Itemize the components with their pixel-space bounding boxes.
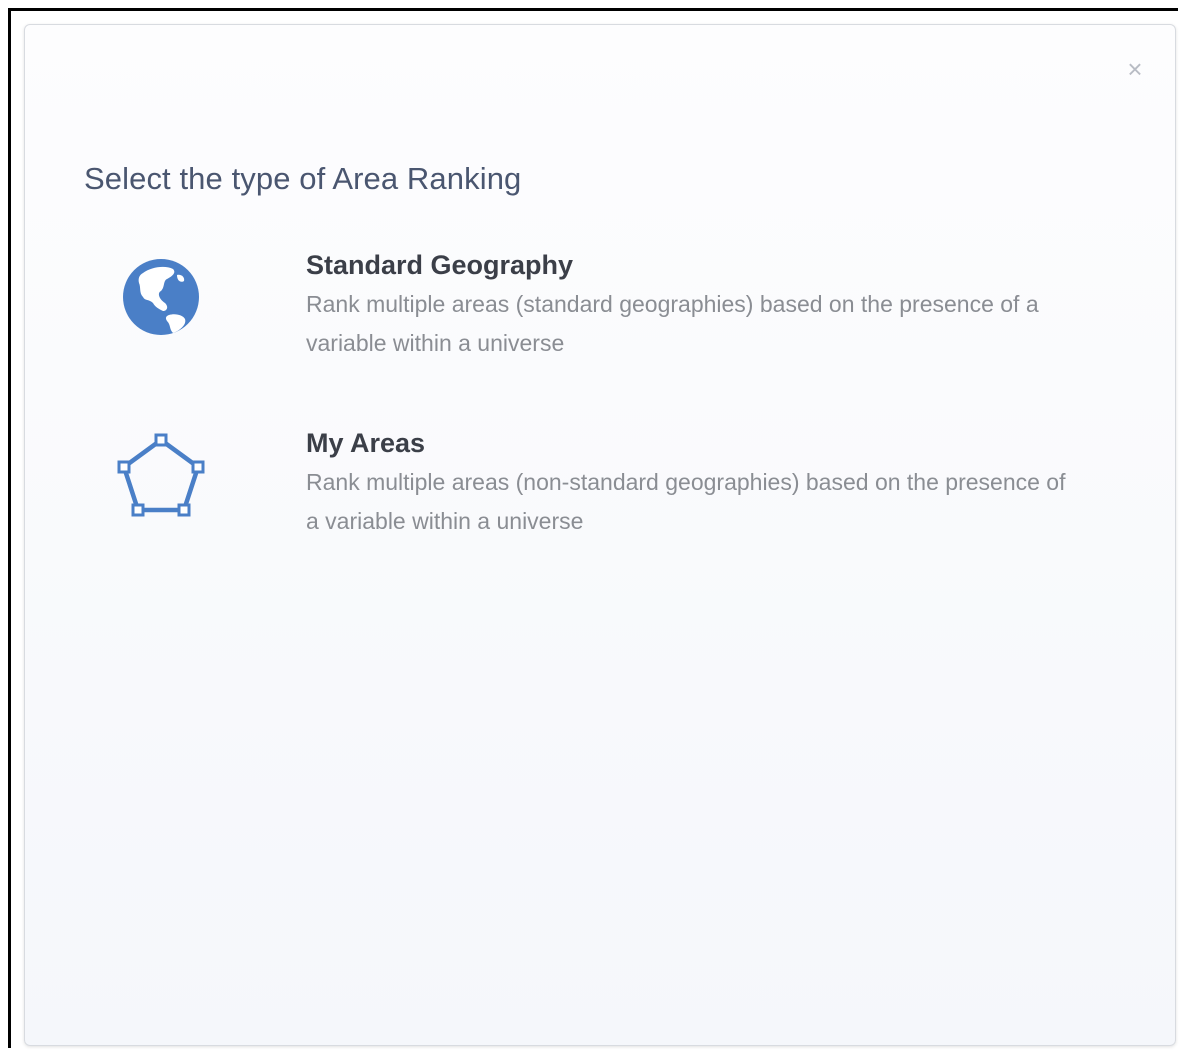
close-icon: × — [1127, 54, 1143, 84]
polygon-icon — [109, 423, 213, 527]
close-button[interactable]: × — [1123, 54, 1147, 84]
option-standard-geography[interactable]: Standard Geography Rank multiple areas (… — [109, 245, 1109, 375]
option-title: Standard Geography — [306, 250, 574, 280]
globe-icon — [109, 245, 213, 349]
option-description: Rank multiple areas (standard geographie… — [306, 291, 1039, 356]
option-title: My Areas — [306, 428, 426, 458]
area-ranking-dialog: × Select the type of Area Ranking Standa… — [24, 24, 1176, 1046]
option-description: Rank multiple areas (non-standard geogra… — [306, 469, 1066, 534]
dialog-title: Select the type of Area Ranking — [84, 161, 522, 196]
option-my-areas[interactable]: My Areas Rank multiple areas (non-standa… — [109, 423, 1109, 553]
